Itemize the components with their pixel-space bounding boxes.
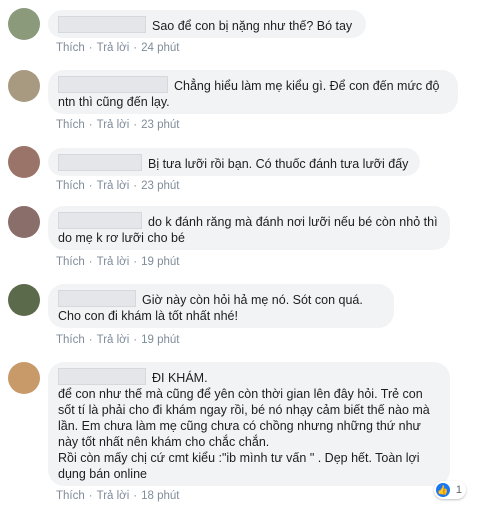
like-button[interactable]: Thích (56, 180, 85, 192)
separator: · (133, 42, 138, 54)
like-button[interactable]: Thích (56, 119, 85, 131)
comment-actions: Thích · Trả lời · 19 phút (56, 334, 180, 346)
separator: · (88, 334, 93, 346)
comment-actions: Thích · Trả lời · 23 phút (56, 180, 180, 192)
separator: · (88, 490, 93, 502)
separator: · (133, 334, 138, 346)
comment-actions: Thích · Trả lời · 24 phút (56, 42, 180, 54)
comment-bubble: Sao để con bị nặng như thế? Bó tay (48, 10, 366, 38)
avatar[interactable] (8, 146, 40, 178)
comment-text: để con như thế mà cũng để yên còn thời g… (58, 387, 430, 449)
comment-text: Bị tưa lưỡi rồi bạn. Có thuốc đánh tưa l… (148, 157, 409, 171)
timestamp[interactable]: 19 phút (141, 256, 179, 268)
blurred-author-name[interactable] (58, 290, 136, 307)
separator: · (88, 42, 93, 54)
comment-text-tail: Rồi còn mấy chị cứ cmt kiểu :"ib mình tư… (58, 451, 420, 481)
separator: · (133, 256, 138, 268)
blurred-author-name[interactable] (58, 368, 146, 385)
separator: · (88, 256, 93, 268)
reply-button[interactable]: Trả lời (97, 490, 130, 502)
avatar[interactable] (8, 8, 40, 40)
separator: · (88, 180, 93, 192)
timestamp[interactable]: 23 phút (141, 180, 179, 192)
comment-bubble: do k đánh răng mà đánh nơi lưỡi nếu bé c… (48, 206, 450, 250)
timestamp[interactable]: 23 phút (141, 119, 179, 131)
comment-heading: ĐI KHÁM. (152, 371, 208, 385)
comment-actions: Thích · Trả lời · 23 phút (56, 119, 180, 131)
comment-text: Sao để con bị nặng như thế? Bó tay (152, 19, 353, 33)
avatar[interactable] (8, 362, 40, 394)
reaction-count[interactable]: 👍 1 (433, 481, 466, 499)
reply-button[interactable]: Trả lời (97, 42, 130, 54)
separator: · (133, 180, 138, 192)
comment-bubble: ĐI KHÁM. để con như thế mà cũng để yên c… (48, 362, 450, 486)
like-thumb-icon: 👍 (435, 483, 450, 497)
comment-bubble: Chẳng hiểu làm mẹ kiểu gì. Để con đến mứ… (48, 70, 458, 114)
comment-actions: Thích · Trả lời · 19 phút (56, 256, 180, 268)
separator: · (133, 119, 138, 131)
timestamp[interactable]: 24 phút (141, 42, 179, 54)
reply-button[interactable]: Trả lời (97, 119, 130, 131)
reply-button[interactable]: Trả lời (97, 334, 130, 346)
blurred-author-name[interactable] (58, 154, 142, 171)
avatar[interactable] (8, 70, 40, 102)
blurred-author-name[interactable] (58, 16, 146, 33)
blurred-author-name[interactable] (58, 76, 168, 93)
avatar[interactable] (8, 284, 40, 316)
reply-button[interactable]: Trả lời (97, 256, 130, 268)
separator: · (88, 119, 93, 131)
timestamp[interactable]: 18 phút (141, 490, 179, 502)
like-button[interactable]: Thích (56, 334, 85, 346)
timestamp[interactable]: 19 phút (141, 334, 179, 346)
blurred-author-name[interactable] (58, 212, 142, 229)
comment-bubble: Bị tưa lưỡi rồi bạn. Có thuốc đánh tưa l… (48, 148, 420, 176)
reaction-number: 1 (455, 484, 462, 496)
like-button[interactable]: Thích (56, 490, 85, 502)
like-button[interactable]: Thích (56, 256, 85, 268)
comment-bubble: Giờ này còn hỏi hả mẹ nó. Sót con quá. C… (48, 284, 394, 328)
like-button[interactable]: Thích (56, 42, 85, 54)
reply-button[interactable]: Trả lời (97, 180, 130, 192)
avatar[interactable] (8, 206, 40, 238)
separator: · (133, 490, 138, 502)
comment-actions: Thích · Trả lời · 18 phút (56, 490, 180, 502)
